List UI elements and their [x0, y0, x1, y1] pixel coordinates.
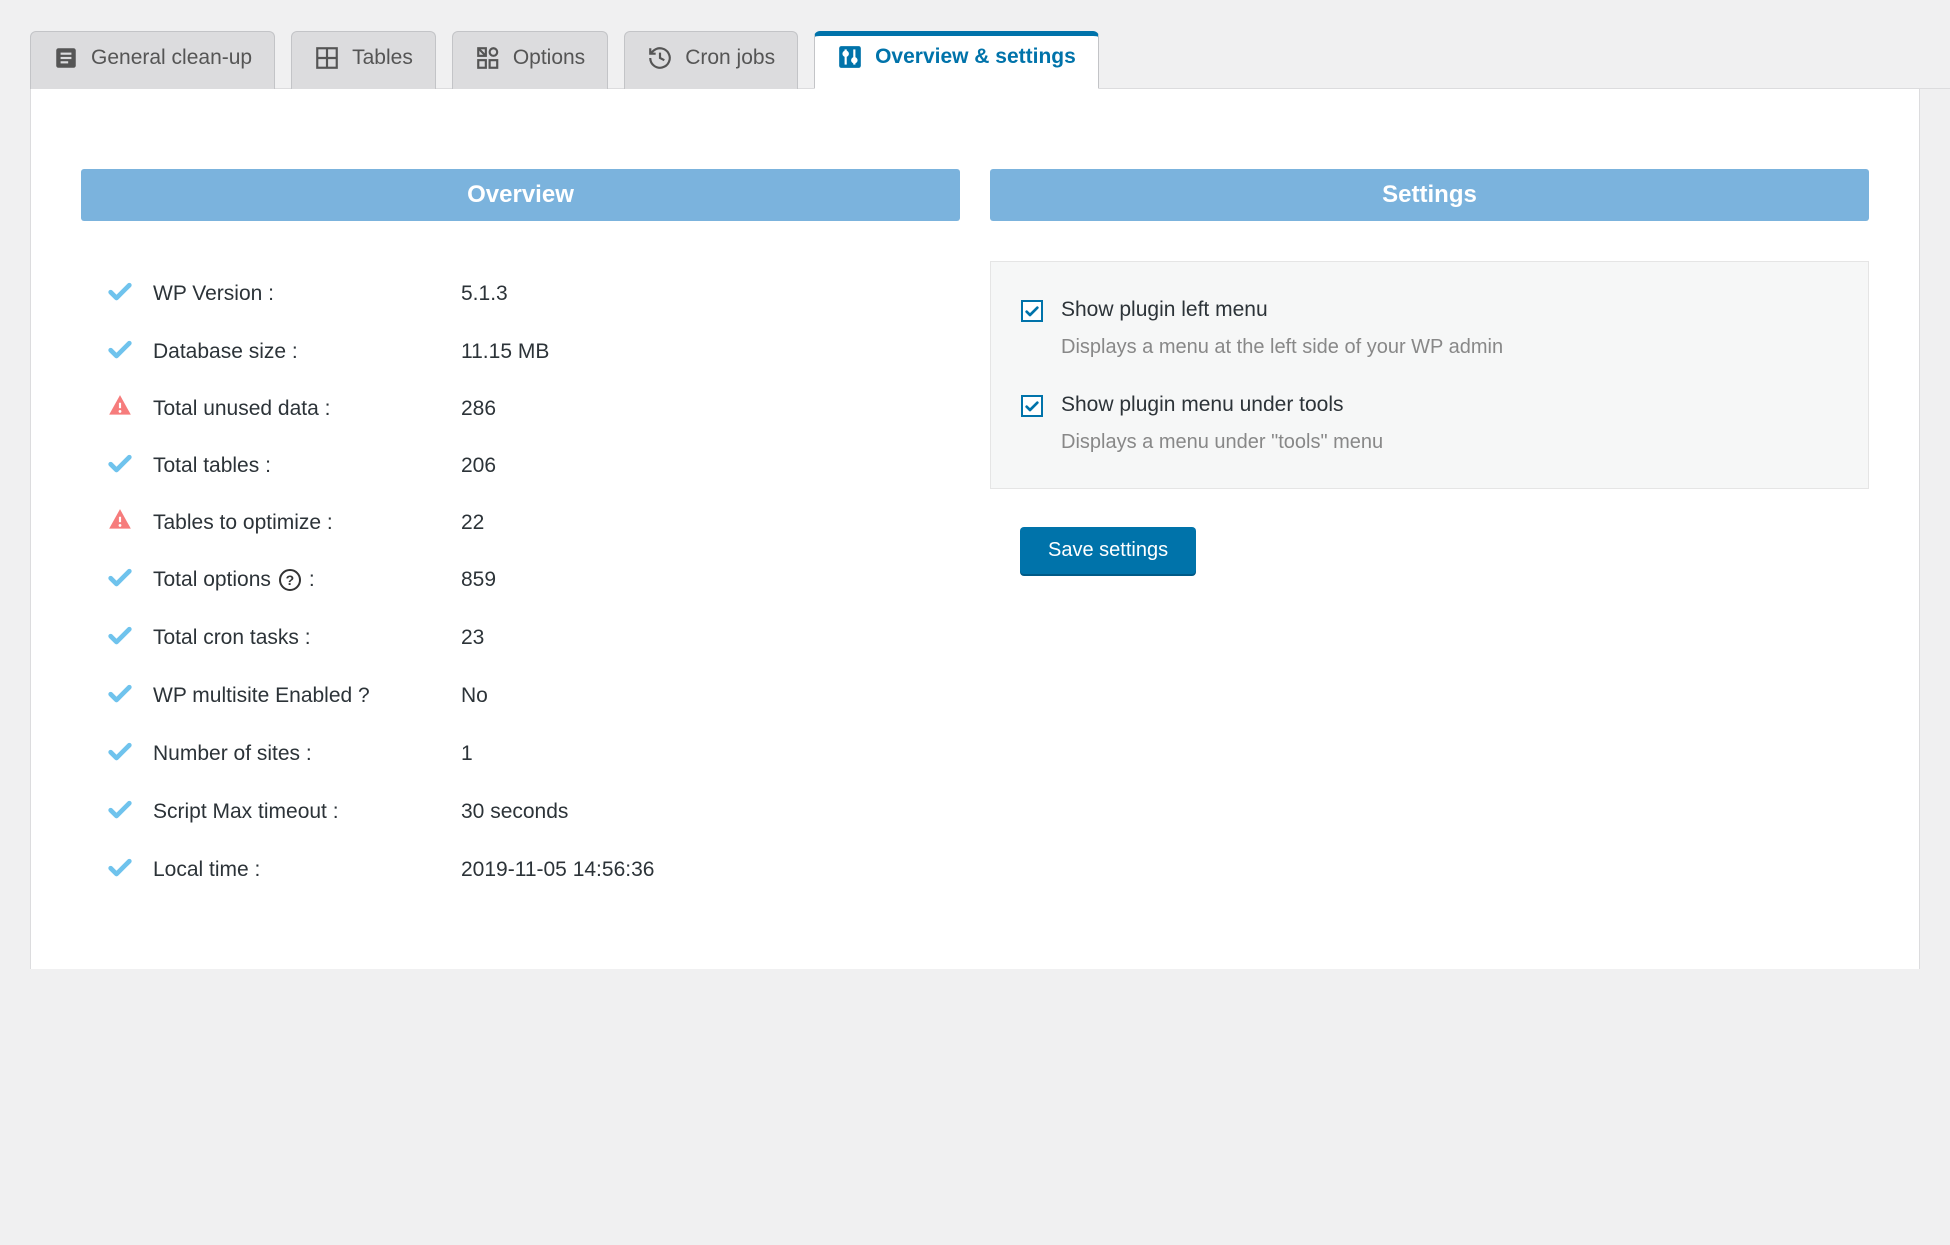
- overview-label: Total unused data :: [153, 397, 443, 421]
- overview-value: No: [461, 684, 936, 708]
- overview-value: 30 seconds: [461, 800, 936, 824]
- settings-title: Settings: [990, 169, 1869, 221]
- check-icon: [105, 449, 135, 483]
- tab-label: Tables: [352, 46, 413, 70]
- tab-label: General clean-up: [91, 46, 252, 70]
- overview-row: Total cron tasks : 23: [105, 609, 936, 667]
- overview-value: 1: [461, 742, 936, 766]
- options-icon: [475, 45, 501, 71]
- overview-title: Overview: [81, 169, 960, 221]
- overview-row: Total unused data : 286: [105, 381, 936, 437]
- overview-value: 859: [461, 568, 936, 592]
- tab-label: Cron jobs: [685, 46, 775, 70]
- tab-tables[interactable]: Tables: [291, 31, 436, 89]
- setting-checkbox[interactable]: [1021, 300, 1043, 322]
- warning-icon: [105, 507, 135, 539]
- overview-label: WP multisite Enabled ?: [153, 684, 443, 708]
- save-settings-button[interactable]: Save settings: [1020, 527, 1196, 574]
- overview-value: 23: [461, 626, 936, 650]
- overview-label: WP Version :: [153, 282, 443, 306]
- check-icon: [105, 679, 135, 713]
- check-icon: [105, 277, 135, 311]
- tab-general-cleanup[interactable]: General clean-up: [30, 31, 275, 89]
- setting-title: Show plugin menu under tools: [1061, 393, 1383, 417]
- overview-row: Total tables : 206: [105, 437, 936, 495]
- overview-label: Tables to optimize :: [153, 511, 443, 535]
- overview-value: 5.1.3: [461, 282, 936, 306]
- setting-item: Show plugin left menu Displays a menu at …: [1021, 288, 1838, 383]
- overview-row: Number of sites : 1: [105, 725, 936, 783]
- overview-value: 2019-11-05 14:56:36: [461, 858, 936, 882]
- overview-value: 206: [461, 454, 936, 478]
- sliders-icon: [837, 44, 863, 70]
- tabs-nav: General clean-up Tables Opt: [30, 30, 1950, 89]
- settings-panel: Settings Show plugin left menu Displays a…: [990, 169, 1869, 574]
- overview-row: Tables to optimize : 22: [105, 495, 936, 551]
- tab-label: Options: [513, 46, 585, 70]
- setting-desc: Displays a menu at the left side of your…: [1061, 336, 1503, 359]
- check-icon: [105, 737, 135, 771]
- overview-row: Local time : 2019-11-05 14:56:36: [105, 841, 936, 899]
- overview-row: WP Version : 5.1.3: [105, 265, 936, 323]
- setting-item: Show plugin menu under tools Displays a m…: [1021, 383, 1838, 462]
- check-icon: [105, 853, 135, 887]
- overview-label: Number of sites :: [153, 742, 443, 766]
- tab-label: Overview & settings: [875, 45, 1076, 69]
- check-icon: [105, 795, 135, 829]
- overview-value: 22: [461, 511, 936, 535]
- setting-desc: Displays a menu under "tools" menu: [1061, 431, 1383, 454]
- cleanup-icon: [53, 45, 79, 71]
- check-icon: [105, 335, 135, 369]
- overview-value: 286: [461, 397, 936, 421]
- overview-label: Local time :: [153, 858, 443, 882]
- tables-icon: [314, 45, 340, 71]
- help-icon[interactable]: ?: [279, 569, 301, 591]
- check-icon: [105, 563, 135, 597]
- tab-options[interactable]: Options: [452, 31, 608, 89]
- check-icon: [105, 621, 135, 655]
- overview-row: WP multisite Enabled ? No: [105, 667, 936, 725]
- overview-row: Database size : 11.15 MB: [105, 323, 936, 381]
- overview-label: Total tables :: [153, 454, 443, 478]
- overview-row: Script Max timeout : 30 seconds: [105, 783, 936, 841]
- overview-label: Database size :: [153, 340, 443, 364]
- overview-row: Total options ? : 859: [105, 551, 936, 609]
- setting-checkbox[interactable]: [1021, 395, 1043, 417]
- tab-cron-jobs[interactable]: Cron jobs: [624, 31, 798, 89]
- tab-overview-settings[interactable]: Overview & settings: [814, 31, 1099, 89]
- overview-value: 11.15 MB: [461, 340, 936, 364]
- history-icon: [647, 45, 673, 71]
- overview-panel: Overview WP Version : 5.1.3 Database size …: [81, 169, 960, 909]
- overview-label: Total cron tasks :: [153, 626, 443, 650]
- overview-label: Script Max timeout :: [153, 800, 443, 824]
- setting-title: Show plugin left menu: [1061, 298, 1503, 322]
- warning-icon: [105, 393, 135, 425]
- overview-label: Total options ? :: [153, 568, 443, 592]
